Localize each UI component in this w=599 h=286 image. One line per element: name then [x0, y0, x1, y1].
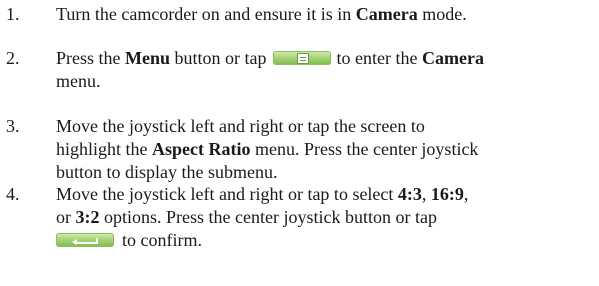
step-number: 2.: [6, 48, 20, 68]
step-text: Press the Menu button or tap to enter the…: [56, 48, 484, 91]
instruction-steps: 1. Turn the camcorder on and ensure it i…: [0, 0, 599, 286]
enter-icon-glyph: [72, 238, 98, 245]
camera-mode-label: Camera: [355, 4, 418, 24]
menu-icon-glyph: [296, 53, 309, 64]
menu-button-label: Menu: [125, 48, 170, 68]
aspect-ratio-label: Aspect Ratio: [152, 139, 251, 159]
menu-icon: [272, 51, 331, 65]
ratio-4-3-label: 4:3: [397, 184, 422, 204]
step-text: Move the joystick left and right or tap …: [56, 184, 469, 250]
ratio-3-2-label: 3:2: [75, 207, 100, 227]
step-text: Turn the camcorder on and ensure it is i…: [56, 4, 467, 24]
step-number: 3.: [6, 116, 20, 136]
camera-menu-label: Camera: [421, 48, 484, 68]
enter-icon: [56, 233, 114, 247]
step-text: Move the joystick left and right or tap …: [56, 116, 479, 182]
step-number: 4.: [6, 184, 20, 204]
step-number: 1.: [6, 4, 20, 24]
ratio-16-9-label: 16:9: [430, 184, 464, 204]
